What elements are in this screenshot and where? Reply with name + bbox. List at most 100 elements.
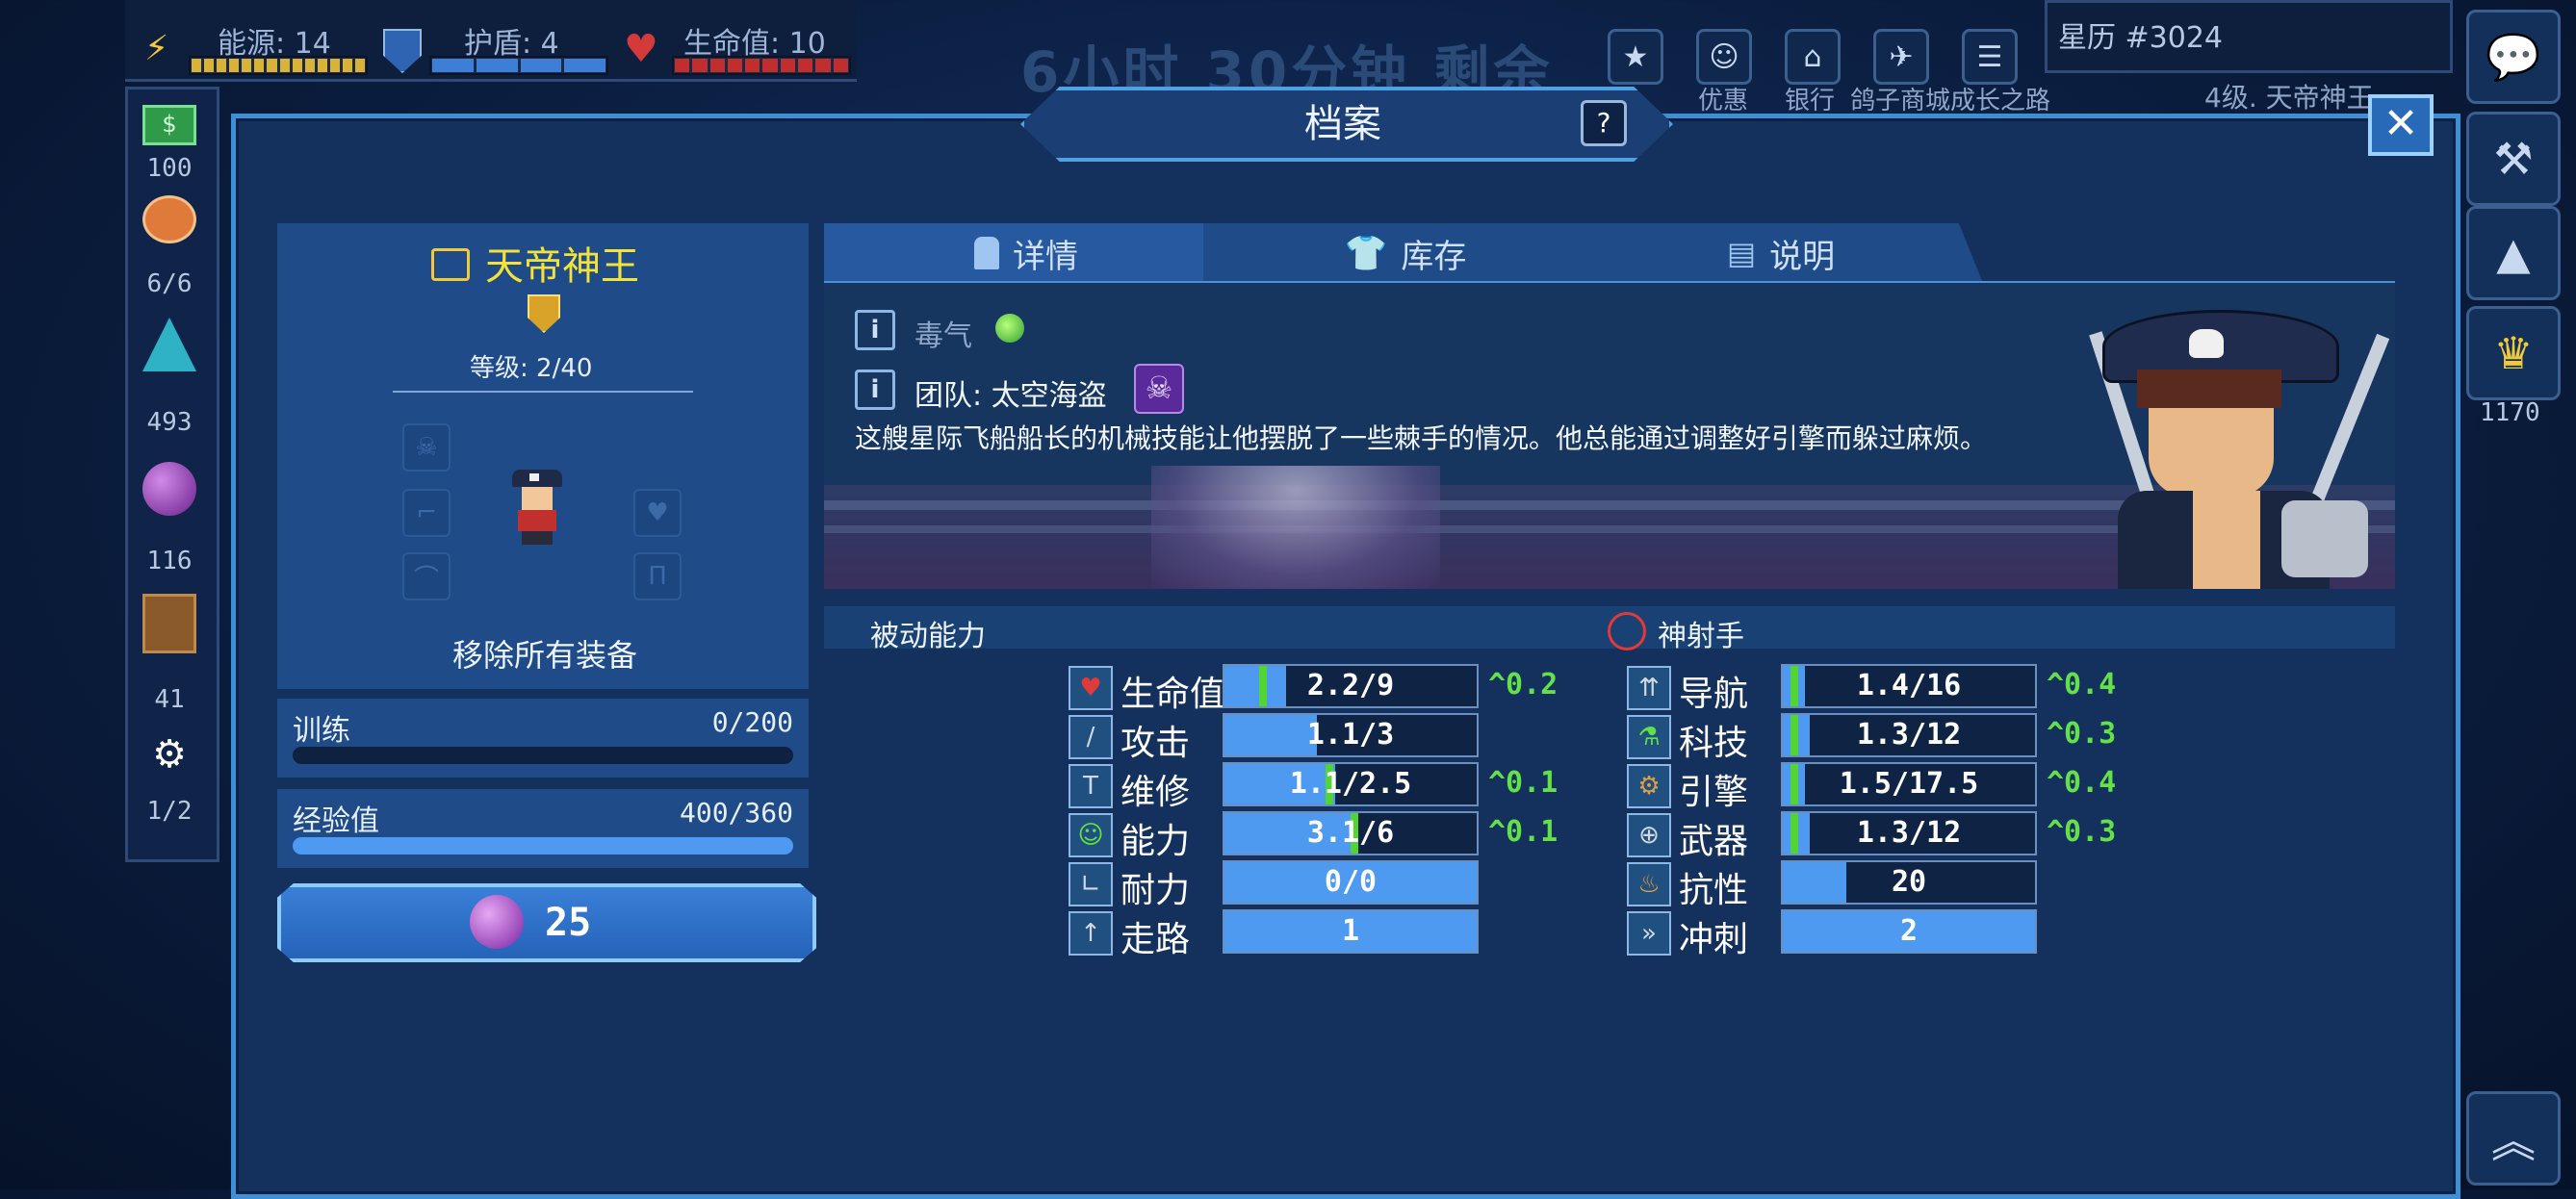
profile-icon [974, 237, 999, 269]
drone-icon: ⚙ [152, 732, 187, 777]
hp-bar [672, 56, 851, 75]
tab-inventory[interactable]: 👕 库存 [1203, 223, 1608, 283]
stat-name: 武器 [1679, 822, 1749, 861]
stat-bar: 1.1/3 [1223, 713, 1479, 757]
character-sprite [508, 470, 566, 547]
drone-value: 1/2 [146, 797, 193, 826]
stat-value: 3.1/6 [1306, 816, 1395, 850]
stat-bar: 1.3/12 [1781, 713, 2037, 757]
stat-name: 维修 [1121, 773, 1191, 812]
tab-details[interactable]: 详情 [824, 223, 1228, 283]
crew-icon [142, 192, 196, 246]
boot-icon: ∟ [1069, 862, 1113, 906]
stat-bar: 1 [1223, 909, 1479, 954]
rank-button[interactable]: ▲ [2466, 206, 2561, 300]
character-name: 天帝神王 [485, 244, 639, 289]
notes-icon: ▤ [1726, 235, 1757, 271]
stat-bonus: ^0.4 [2047, 766, 2117, 800]
stat-bar: 3.1/6 [1223, 811, 1479, 855]
document-icon[interactable]: ☰ [1962, 29, 2018, 85]
chat-button[interactable]: 💬 [2466, 10, 2561, 104]
lightning-icon: ⚡ [144, 29, 169, 68]
stat-bar: 1.1/2.5 [1223, 762, 1479, 806]
bank-icon[interactable]: ⌂ [1785, 29, 1841, 85]
crate-value: 41 [154, 685, 185, 714]
stardate-text: 星历 #3024 [2058, 21, 2224, 55]
help-button[interactable]: ? [1581, 100, 1627, 146]
shirt-icon: 👕 [1344, 234, 1388, 273]
card-divider [393, 391, 693, 393]
stat-name: 耐力 [1121, 871, 1191, 910]
training-label: 训练 [293, 714, 350, 748]
growth-path-label: 成长之路 [1950, 87, 2051, 115]
trophy-count: 1170 [2480, 398, 2540, 427]
trait-poison-label: 毒气 [914, 319, 972, 353]
character-level: 等级: 2/40 [470, 354, 593, 383]
close-button[interactable]: ✕ [2368, 94, 2434, 156]
slot-armor-icon[interactable]: ♥ [633, 489, 682, 537]
stat-name: 冲刺 [1679, 920, 1749, 959]
person-icon: ☺ [1069, 813, 1113, 857]
team-label: 团队: 太空海盗 [914, 379, 1107, 413]
slot-boot-icon[interactable]: ⌒ [402, 552, 451, 600]
slot-gun-icon[interactable]: ⌐ [402, 489, 451, 537]
poison-icon [995, 314, 1024, 343]
crosshair-specialty-icon [1608, 612, 1646, 651]
stat-value: 1.5/17.5 [1839, 767, 1979, 801]
stat-bonus: ^0.3 [2047, 717, 2117, 751]
training-block: 训练 0/200 [277, 699, 809, 778]
flask-icon: ⚗ [1627, 715, 1671, 759]
stat-bonus: ^0.4 [2047, 668, 2117, 702]
specialty-label: 神射手 [1658, 620, 1744, 653]
character-card [277, 223, 809, 689]
orb-icon [142, 462, 196, 516]
tab-notes[interactable]: ▤ 说明 [1579, 223, 1983, 283]
stat-name: 导航 [1679, 675, 1749, 714]
trophy-button[interactable]: ♛ [2466, 306, 2561, 400]
stat-value: 1.3/12 [1856, 816, 1962, 850]
remove-all-equipment-button[interactable]: 移除所有装备 [452, 631, 637, 676]
experience-value: 400/360 [679, 797, 793, 829]
stat-bar: 1.3/12 [1781, 811, 2037, 855]
stat-bonus: ^0.3 [2047, 815, 2117, 849]
slot-pants-icon[interactable]: Π [633, 552, 682, 600]
pigeon-icon[interactable]: ✈ [1873, 29, 1929, 85]
experience-block: 经验值 400/360 [277, 789, 809, 868]
info-icon[interactable]: i [855, 370, 895, 410]
stat-bar: 2 [1781, 909, 2037, 954]
stat-name: 引擎 [1679, 773, 1749, 812]
unlock-icon [431, 248, 470, 281]
energy-bar [189, 56, 368, 75]
build-button[interactable]: ⚒ [2466, 112, 2561, 206]
stat-value: 1.1/3 [1306, 718, 1395, 752]
passive-label: 被动能力 [870, 620, 986, 653]
stat-value: 1.1/2.5 [1289, 767, 1412, 801]
crystal-icon [142, 318, 196, 371]
stat-bonus: ^0.1 [1488, 815, 1558, 849]
character-portrait [2089, 289, 2395, 589]
stat-value: 1 [1341, 914, 1360, 948]
hammer-icon: ⚒ [2493, 133, 2534, 185]
star-badge-icon[interactable]: ★ [1608, 29, 1663, 85]
info-icon[interactable]: i [855, 310, 895, 350]
rank-icon: ▲ [2496, 227, 2531, 279]
levels-button[interactable]: ︽ [2466, 1091, 2561, 1186]
hammer-icon: T [1069, 764, 1113, 808]
engine-icon: ⚙ [1627, 764, 1671, 808]
discount-icon[interactable]: ☺ [1696, 29, 1752, 85]
stat-bonus: ^0.2 [1488, 668, 1558, 702]
stat-name: 抗性 [1679, 871, 1749, 910]
stat-value: 1.3/12 [1856, 718, 1962, 752]
close-icon: ✕ [2383, 99, 2419, 148]
stat-name: 攻击 [1121, 724, 1191, 763]
slot-helmet-icon[interactable]: ☠ [402, 423, 451, 472]
trophy-icon: ♛ [2493, 327, 2534, 379]
stat-bar: 1.4/16 [1781, 664, 2037, 708]
fire-icon: ♨ [1627, 862, 1671, 906]
bank-label: 银行 [1785, 87, 1836, 115]
stat-name: 生命值 [1121, 675, 1225, 714]
shield-bar [429, 56, 608, 75]
panel-title: 档案 [1304, 102, 1381, 146]
tab-details-label: 详情 [1013, 237, 1078, 276]
orb-button-value: 25 [545, 901, 592, 945]
